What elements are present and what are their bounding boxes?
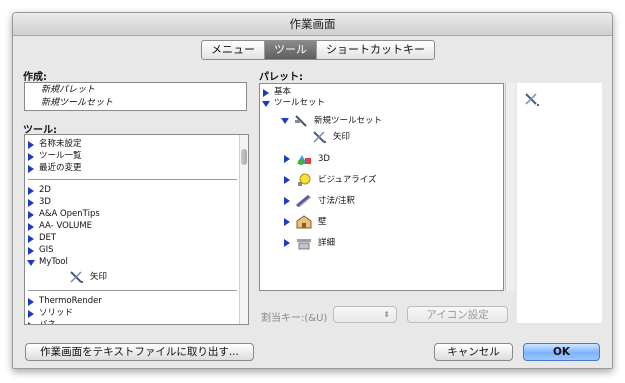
list-item[interactable]: 3D	[28, 197, 51, 208]
palette-item-dimension[interactable]: 寸法/注釈	[284, 194, 355, 208]
disclosure-right-icon[interactable]	[284, 197, 290, 205]
divider	[28, 290, 237, 291]
list-item[interactable]: GIS	[28, 245, 54, 256]
tool-preview-panel	[517, 83, 602, 323]
list-item[interactable]: バネ	[28, 320, 56, 324]
palette-item-kihon[interactable]: 基本	[263, 87, 291, 98]
palette-item-wall[interactable]: 壁	[284, 215, 327, 229]
scrollbar-thumb[interactable]	[241, 149, 247, 165]
disclosure-right-icon[interactable]	[28, 309, 34, 318]
toolset-icon	[295, 115, 307, 127]
disclosure-right-icon[interactable]	[284, 155, 290, 163]
disclosure-right-icon[interactable]	[28, 321, 34, 324]
disclosure-down-icon[interactable]	[262, 100, 270, 107]
3d-shapes-icon	[297, 155, 311, 165]
list-item[interactable]: ソリッド	[28, 308, 73, 319]
shortcut-key-label: 割当キー:(&U)	[261, 313, 328, 324]
list-item[interactable]: DET	[28, 233, 56, 244]
palette-item-3d[interactable]: 3D	[284, 152, 330, 166]
create-new-toolset[interactable]: 新規ツールセット	[25, 97, 246, 110]
disclosure-right-icon[interactable]	[284, 218, 290, 226]
tools-scrollbar[interactable]	[239, 135, 248, 324]
arrow-tool-icon	[525, 93, 539, 106]
disclosure-right-icon[interactable]	[28, 198, 34, 207]
disclosure-right-icon[interactable]	[28, 297, 34, 306]
palette-item-new-toolset[interactable]: 新規ツールセット	[281, 114, 382, 128]
disclosure-right-icon[interactable]	[28, 234, 34, 243]
light-bulb-icon	[298, 173, 311, 186]
list-item[interactable]: 名称未設定	[28, 139, 82, 150]
list-item[interactable]: AA- VOLUME	[28, 221, 92, 232]
list-item[interactable]: 2D	[28, 185, 51, 196]
detail-icon	[297, 239, 311, 250]
list-item-arrow-tool[interactable]: 矢印	[69, 270, 107, 284]
workspace-dialog: 作業画面 メニュー ツール ショートカットキー 作成: 新規パレット 新規ツール…	[12, 12, 613, 369]
disclosure-right-icon[interactable]	[28, 152, 34, 161]
cancel-button[interactable]: キャンセル	[434, 343, 513, 361]
dimension-pencil-icon	[296, 194, 312, 208]
create-new-palette[interactable]: 新規パレット	[25, 84, 246, 97]
arrow-tool-icon	[70, 271, 83, 283]
palette-item-arrow[interactable]: 矢印	[312, 130, 350, 144]
list-item[interactable]: 最近の変更	[28, 163, 82, 174]
disclosure-right-icon[interactable]	[28, 222, 34, 231]
disclosure-right-icon[interactable]	[284, 176, 290, 184]
divider	[28, 179, 237, 180]
list-item[interactable]: ツール一覧	[28, 151, 82, 162]
list-item[interactable]: A&A OpenTips	[28, 209, 100, 220]
arrow-tool-icon	[313, 131, 326, 143]
disclosure-right-icon[interactable]	[28, 186, 34, 195]
tab-bar: メニュー ツール ショートカットキー	[201, 40, 435, 60]
select-stepper-icon: ⬍	[383, 310, 390, 319]
palette-scrollbar[interactable]	[505, 83, 515, 291]
shortcut-key-select[interactable]: ⬍	[333, 306, 397, 323]
disclosure-down-icon[interactable]	[281, 118, 289, 124]
palette-label: パレット:	[259, 72, 303, 83]
palette-tree[interactable]: 基本 ツールセット 新規ツールセット 矢印 3D ビジュアライズ 寸法/注釈 壁…	[259, 83, 504, 291]
disclosure-right-icon[interactable]	[263, 88, 269, 97]
wall-house-icon	[296, 215, 312, 229]
list-item[interactable]: ThermoRender	[28, 296, 102, 307]
disclosure-down-icon[interactable]	[27, 259, 35, 266]
tab-tools[interactable]: ツール	[265, 41, 317, 59]
window-title: 作業画面	[13, 13, 612, 36]
export-workspace-button[interactable]: 作業画面をテキストファイルに取り出す...	[25, 343, 254, 361]
tab-menu[interactable]: メニュー	[202, 41, 265, 59]
disclosure-right-icon[interactable]	[28, 164, 34, 173]
disclosure-right-icon[interactable]	[284, 239, 290, 247]
disclosure-right-icon[interactable]	[28, 140, 34, 149]
list-item-mytool[interactable]: MyTool	[27, 257, 68, 268]
ok-button[interactable]: OK	[523, 343, 600, 361]
disclosure-right-icon[interactable]	[28, 210, 34, 219]
tab-shortcut-keys[interactable]: ショートカットキー	[317, 41, 434, 59]
icon-settings-button[interactable]: アイコン設定	[407, 306, 508, 323]
tools-list[interactable]: 名称未設定 ツール一覧 最近の変更 2D 3D A&A OpenTips AA-…	[24, 134, 249, 325]
palette-item-visualize[interactable]: ビジュアライズ	[284, 173, 376, 187]
disclosure-right-icon[interactable]	[28, 246, 34, 255]
create-label: 作成:	[23, 72, 47, 83]
palette-item-toolset[interactable]: ツールセット	[262, 98, 325, 109]
create-list: 新規パレット 新規ツールセット	[24, 82, 247, 111]
palette-item-detail[interactable]: 詳細	[284, 236, 335, 250]
